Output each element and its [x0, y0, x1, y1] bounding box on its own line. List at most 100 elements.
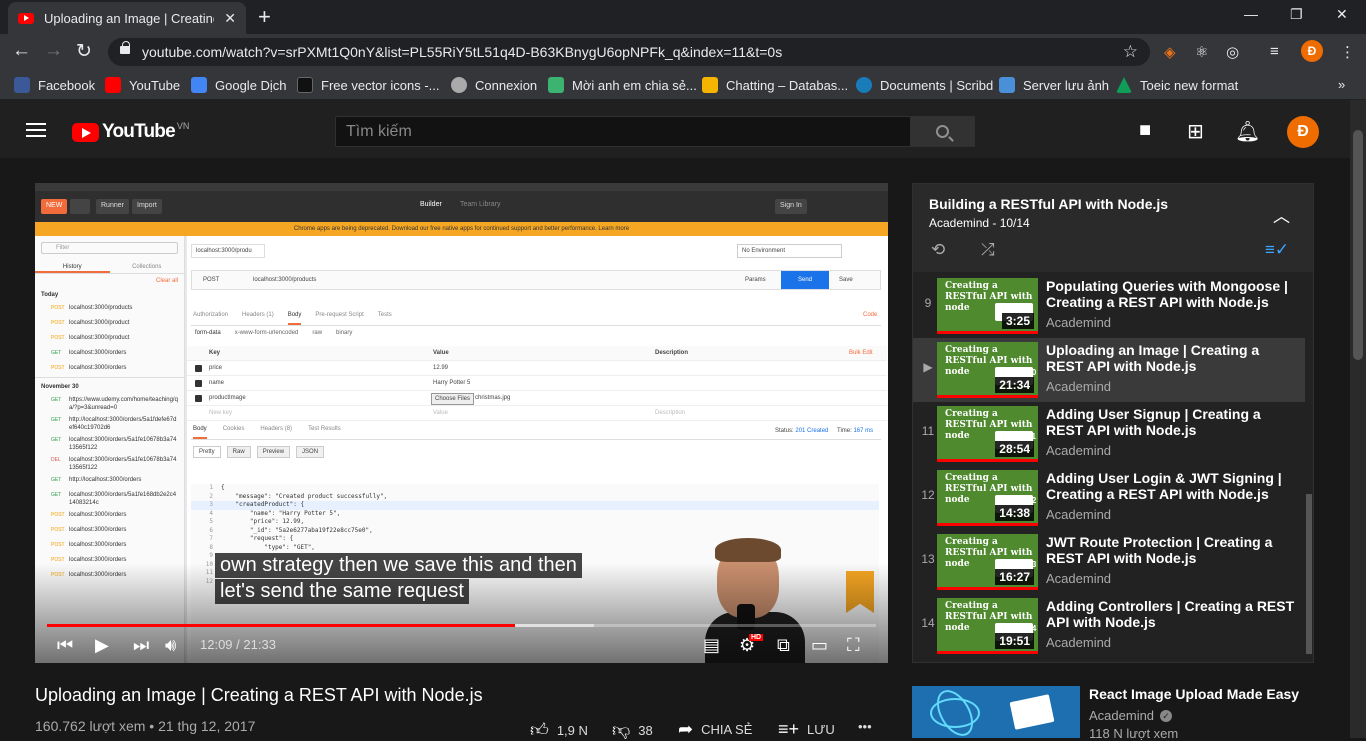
playlist-item-thumbnail[interactable]: Creating a RESTful API with node #9 3:25 [937, 278, 1038, 334]
collapse-chevron-icon[interactable]: ︿ [1273, 202, 1290, 227]
playlist-item-title[interactable]: Adding User Signup | Creating a REST API… [1046, 406, 1296, 438]
hamburger-menu-icon[interactable] [26, 123, 46, 137]
page-scrollbar[interactable] [1350, 100, 1366, 738]
playlist-item[interactable]: 12 Creating a RESTful API with node #12 14:… [913, 466, 1305, 530]
postman-history-url: http://localhost:3000/orders [69, 477, 142, 483]
share-button[interactable]: ➦ CHIA SẺ [678, 719, 752, 740]
bookmark-youtube[interactable]: YouTube [105, 77, 180, 93]
playlist-item-channel: Academind [1046, 315, 1112, 330]
share-icon: ➦ [678, 719, 694, 739]
playlist-item[interactable]: 14 Creating a RESTful API with node #14 19:… [913, 594, 1305, 658]
playlist-subtitle[interactable]: Academind - 10/14 [929, 216, 1030, 230]
search-button[interactable] [910, 116, 975, 147]
new-tab-button[interactable]: + [258, 4, 271, 30]
hand-icon [702, 77, 718, 93]
bookmark-google-translate[interactable]: Google Dịch [191, 77, 287, 93]
postman-code-line: 5 "price": 12.99, [191, 518, 879, 527]
search-input[interactable]: Tìm kiếm [335, 116, 911, 147]
playlist-item-title[interactable]: Uploading an Image | Creating a REST API… [1046, 342, 1296, 374]
chrome-menu-icon[interactable]: ⋮ [1340, 43, 1355, 61]
recommended-title[interactable]: React Image Upload Made Easy [1089, 686, 1299, 702]
search-icon [936, 125, 949, 138]
playlist-item[interactable]: 13 Creating a RESTful API with node #13 16:… [913, 530, 1305, 594]
postman-code-line: 4 "name": "Harry Potter 5", [191, 510, 879, 519]
play-icon[interactable]: ▶ [95, 634, 109, 656]
playlist-title[interactable]: Building a RESTful API with Node.js [929, 196, 1168, 212]
page-scrollbar-thumb[interactable] [1353, 130, 1363, 360]
theater-mode-icon[interactable]: ▭ [811, 634, 828, 656]
fullscreen-icon[interactable]: ⛶ [847, 634, 860, 656]
playlist-item-thumbnail[interactable]: Creating a RESTful API with node #12 14:38 [937, 470, 1038, 526]
playlist-header: Building a RESTful API with Node.js Acad… [913, 184, 1313, 272]
minimize-icon[interactable]: — [1244, 6, 1258, 22]
bookmark-connexion[interactable]: Connexion [451, 77, 537, 93]
recommended-thumbnail[interactable] [912, 686, 1080, 738]
react-devtools-icon[interactable]: ⚛ [1195, 43, 1208, 61]
postman-line-number: 9 [209, 552, 213, 559]
playlist-item-channel: Academind [1046, 443, 1112, 458]
bookmark-facebook[interactable]: Facebook [14, 77, 95, 93]
miniplayer-icon[interactable]: ⧉ [777, 634, 790, 656]
playlist-scrollbar[interactable] [1305, 274, 1313, 662]
avatar[interactable]: Đ [1287, 116, 1319, 148]
postman-body-types: form-data x-www-form-urlencoded raw binary [195, 330, 352, 336]
playlist-item[interactable]: 11 Creating a RESTful API with node #11 28:… [913, 402, 1305, 466]
postman-history-method: GET [51, 437, 62, 443]
media-queue-icon[interactable]: ≡ [1270, 43, 1279, 60]
bookmark-server[interactable]: Server lưu ảnh [999, 77, 1109, 93]
postman-code-line: 1{ [191, 484, 879, 493]
playlist-item[interactable]: ▶ Creating a RESTful API with node #10 21:3… [913, 338, 1305, 402]
playlist-item-title[interactable]: Populating Queries with Mongoose | Creat… [1046, 278, 1296, 310]
subtitles-icon[interactable]: ▤ [703, 634, 720, 656]
postman-field-key: name [209, 380, 225, 386]
shuffle-icon[interactable]: ⤮ [981, 240, 995, 260]
bookmark-flaticon[interactable]: Free vector icons -... [297, 77, 439, 93]
youtube-logo[interactable]: YouTube VN [72, 121, 189, 143]
loop-icon[interactable]: ⟲ [931, 240, 945, 260]
playlist-item-title[interactable]: Adding User Login & JWT Signing | Creati… [1046, 470, 1296, 502]
postman-view-mode: JSON [296, 446, 325, 458]
postman-history-method: GET [51, 492, 62, 498]
browser-tab-active[interactable]: Uploading an Image | Creating a ✕ [8, 2, 246, 34]
playlist-scrollbar-thumb[interactable] [1306, 494, 1312, 654]
bookmarks-overflow-icon[interactable]: » [1338, 77, 1345, 92]
previous-video-icon[interactable]: ⏮ [57, 634, 73, 656]
bookmark-scribd[interactable]: Documents | Scribd [856, 77, 993, 93]
reload-icon[interactable]: ↻ [76, 40, 92, 63]
postman-line-number: 1 [209, 484, 213, 491]
bookmark-chatting[interactable]: Chatting – Databas... [702, 77, 848, 93]
more-actions-button[interactable]: ••• [858, 719, 872, 734]
playlist-item[interactable]: 9 Creating a RESTful API with node #9 3:25 P… [913, 274, 1305, 338]
lock-icon [120, 41, 130, 54]
playlist-item-thumbnail[interactable]: Creating a RESTful API with node #10 21:34 [937, 342, 1038, 398]
restore-icon[interactable]: ❐ [1290, 6, 1303, 23]
create-video-icon[interactable]: ■ [1139, 119, 1151, 142]
volume-icon[interactable]: 🔊︎ [165, 634, 176, 656]
back-arrow-icon[interactable]: ← [12, 40, 31, 62]
notifications-bell-icon[interactable]: 🔔︎ [1235, 119, 1260, 144]
video-player[interactable]: NEW Runner Import Builder Team Library S… [35, 183, 888, 663]
window-close-icon[interactable]: ✕ [1336, 6, 1348, 23]
playlist-item-thumbnail[interactable]: Creating a RESTful API with node #14 19:51 [937, 598, 1038, 654]
playlist-item-title[interactable]: JWT Route Protection | Creating a REST A… [1046, 534, 1296, 566]
address-bar[interactable]: youtube.com/watch?v=srPXMt1Q0nY&list=PL5… [108, 38, 1150, 66]
playlist-item-thumbnail[interactable]: Creating a RESTful API with node #11 28:54 [937, 406, 1038, 462]
postman-builder-tab: Builder [420, 201, 442, 208]
apps-grid-icon[interactable]: ⊞ [1187, 119, 1204, 144]
bookmark-toeic[interactable]: Toeic new format [1116, 77, 1238, 93]
extension-icon[interactable]: ◈ [1164, 43, 1176, 61]
save-button[interactable]: ≡+ LƯU [778, 719, 835, 740]
save-playlist-icon[interactable]: ≡✓ [1265, 240, 1289, 260]
recommended-channel[interactable]: Academind ✓ [1089, 708, 1173, 723]
record-extension-icon[interactable]: ◎ [1226, 43, 1239, 61]
browser-profile-avatar[interactable]: Đ [1301, 40, 1323, 62]
bookmark-star-icon[interactable]: ☆ [1123, 42, 1138, 62]
progress-bar[interactable] [47, 624, 876, 627]
tab-close-icon[interactable]: ✕ [224, 10, 236, 27]
playlist-item-title[interactable]: Adding Controllers | Creating a REST API… [1046, 598, 1296, 630]
next-video-icon[interactable]: ⏭ [133, 634, 149, 656]
playlist-item-thumbnail[interactable]: Creating a RESTful API with node #13 16:27 [937, 534, 1038, 590]
forward-arrow-icon[interactable]: → [44, 40, 63, 62]
postman-code-text: "_id": "5a2e6277aba19f22e8cc75e0", [221, 526, 373, 534]
bookmark-share[interactable]: Mời anh em chia sẻ... [548, 77, 697, 93]
